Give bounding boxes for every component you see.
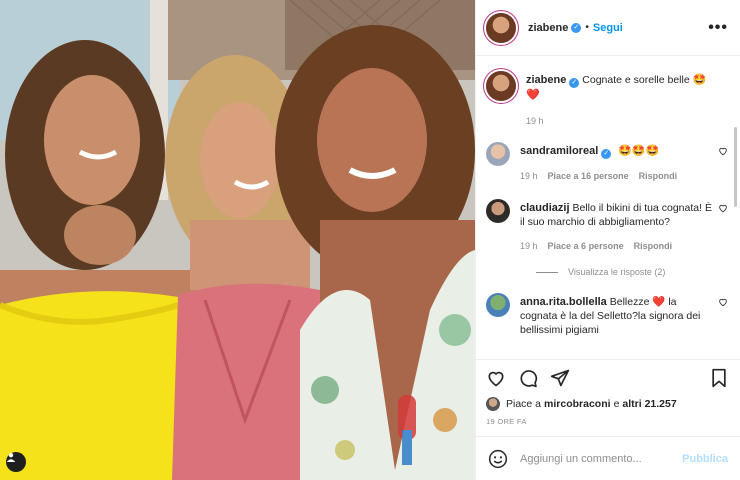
verified-icon: ✓	[601, 149, 612, 159]
comment-icon[interactable]	[518, 368, 538, 388]
verified-icon: ✓	[571, 22, 582, 33]
replies-divider	[536, 271, 558, 273]
commenter-avatar[interactable]	[486, 199, 510, 223]
like-comment-icon[interactable]	[718, 297, 728, 307]
author-username[interactable]: ziabene	[528, 22, 568, 34]
publish-button[interactable]: Pubblica	[682, 453, 728, 465]
caption-avatar[interactable]	[486, 71, 516, 101]
verified-icon: ✓	[569, 78, 580, 88]
like-comment-icon[interactable]	[718, 203, 728, 213]
header-separator: •	[585, 22, 589, 33]
likes-prefix: Piace a	[506, 398, 542, 410]
more-icon[interactable]: •••	[708, 19, 728, 37]
likes-count[interactable]: altri 21.257	[622, 398, 676, 410]
comment-item: claudiazij Bello il bikini di tua cognat…	[486, 199, 728, 253]
likes-summary[interactable]: Piace a mircobraconi e altri 21.257	[486, 397, 728, 411]
reply-button[interactable]: Rispondi	[634, 239, 673, 253]
caption-text: Cognate e sorelle belle	[582, 74, 690, 86]
comment-likes[interactable]: Piace a 6 persone	[548, 239, 624, 253]
view-replies-button[interactable]: Visualizza le risposte (2)	[536, 267, 728, 277]
comment-item: sandramiloreal ✓ 🤩🤩🤩 19 h Piace a 16 pers…	[486, 142, 728, 183]
user-tag-icon	[6, 453, 16, 462]
caption: ziabene ✓ Cognate e sorelle belle 🤩 ❤️ 19…	[486, 71, 728, 128]
author-avatar[interactable]	[486, 12, 516, 43]
comment-item: anna.rita.bollella Bellezze ❤️ la cognat…	[486, 293, 728, 337]
liker-username[interactable]: mircobraconi	[544, 398, 611, 410]
comments-list[interactable]: ziabene ✓ Cognate e sorelle belle 🤩 ❤️ 19…	[476, 57, 740, 359]
comment-time[interactable]: 19 h	[520, 239, 538, 253]
comment-likes[interactable]: Piace a 16 persone	[548, 169, 629, 183]
post-actions: Piace a mircobraconi e altri 21.257 19 O…	[476, 359, 740, 435]
reply-button[interactable]: Rispondi	[639, 169, 678, 183]
follow-button[interactable]: Segui	[593, 22, 623, 34]
like-comment-icon[interactable]	[718, 146, 728, 156]
emoji-icon[interactable]	[488, 449, 508, 469]
comment-username[interactable]: claudiazij	[520, 202, 570, 214]
save-icon[interactable]	[710, 368, 728, 388]
commenter-avatar[interactable]	[486, 142, 510, 166]
user-tag-button[interactable]	[6, 452, 26, 472]
post-side-panel: ziabene ✓ • Segui ••• ziabene ✓ Cognate e…	[475, 0, 740, 480]
comments-scrollbar[interactable]	[734, 127, 737, 207]
view-replies-label: Visualizza le risposte (2)	[568, 267, 666, 277]
photo-illustration	[0, 0, 475, 480]
comment-text: 🤩🤩🤩	[618, 145, 660, 157]
comment-time[interactable]: 19 h	[520, 169, 538, 183]
add-comment-bar: Pubblica	[476, 436, 740, 480]
share-icon[interactable]	[550, 368, 570, 388]
like-icon[interactable]	[486, 368, 506, 388]
post-header: ziabene ✓ • Segui •••	[476, 0, 740, 56]
liker-avatar	[486, 397, 500, 411]
comment-username[interactable]: anna.rita.bollella	[520, 296, 607, 308]
post-photo[interactable]	[0, 0, 475, 480]
comment-username[interactable]: sandramiloreal	[520, 145, 598, 157]
post-timestamp[interactable]: 19 ORE FA	[486, 417, 728, 426]
caption-time[interactable]: 19 h	[526, 114, 544, 128]
commenter-avatar[interactable]	[486, 293, 510, 317]
likes-middle: e	[613, 398, 620, 410]
comment-input[interactable]	[520, 452, 683, 465]
caption-username[interactable]: ziabene	[526, 74, 566, 86]
